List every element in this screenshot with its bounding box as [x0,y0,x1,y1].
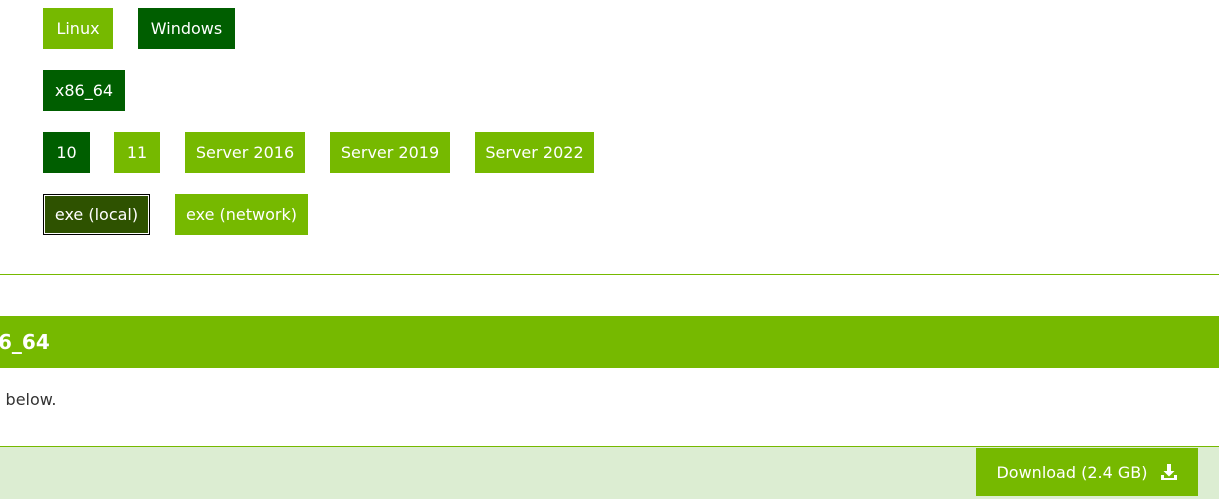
section-divider [0,274,1219,275]
installer-page: Linux Windows x86_64 10 11 Server 2016 S… [0,0,1219,499]
download-icon [1160,463,1178,481]
download-row: Download (2.4 GB) [0,446,1219,499]
os-option-windows[interactable]: Windows [138,8,235,49]
download-button[interactable]: Download (2.4 GB) [976,448,1198,496]
installer-option-exe-network[interactable]: exe (network) [175,194,308,235]
version-option-10[interactable]: 10 [43,132,90,173]
version-option-server-2016[interactable]: Server 2016 [185,132,305,173]
section-title: 6_64 [0,330,50,354]
section-title-bar: 6_64 [0,316,1219,368]
version-option-11[interactable]: 11 [114,132,160,173]
arch-option-x86-64[interactable]: x86_64 [43,70,125,111]
installer-option-exe-local[interactable]: exe (local) [43,194,150,235]
section-description: l below. [0,390,57,409]
version-option-server-2022[interactable]: Server 2022 [475,132,594,173]
version-option-server-2019[interactable]: Server 2019 [330,132,450,173]
os-option-linux[interactable]: Linux [43,8,113,49]
download-button-label: Download (2.4 GB) [996,462,1148,482]
